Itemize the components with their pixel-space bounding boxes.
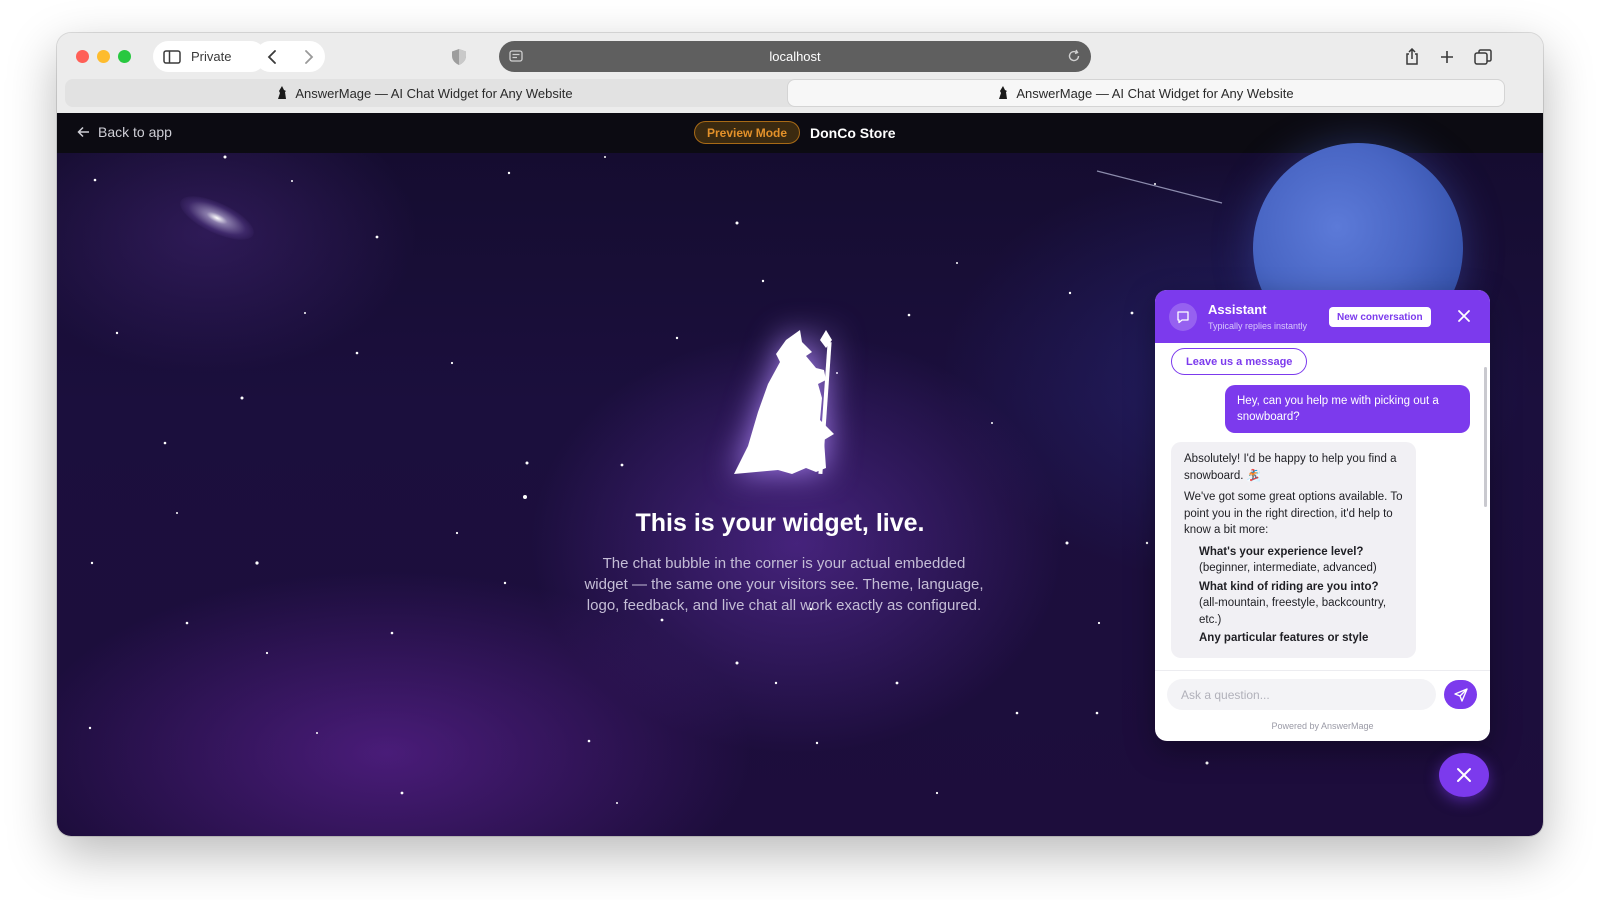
store-name: DonCo Store [810, 125, 896, 141]
preview-mode-badge: Preview Mode [694, 121, 801, 144]
tabs-icon [1474, 49, 1492, 65]
chat-bubble-icon [1177, 311, 1189, 324]
leave-message-button[interactable]: Leave us a message [1171, 348, 1308, 375]
address-bar[interactable]: localhost [499, 41, 1091, 72]
question-item: What's your experience level? (beginner,… [1199, 544, 1403, 577]
hero-description: The chat bubble in the corner is your ac… [584, 555, 984, 614]
chat-widget-panel: Assistant Typically replies instantly Ne… [1155, 290, 1490, 741]
chevron-right-icon[interactable] [302, 49, 314, 64]
assistant-message: Absolutely! I'd be happy to help you fin… [1171, 442, 1416, 658]
question-title: What's your experience level? [1199, 545, 1364, 558]
powered-by-footer: Powered by AnswerMage [1271, 721, 1374, 731]
question-item: Any particular features or style [1199, 630, 1403, 647]
question-item: What kind of riding are you into? (all-m… [1199, 579, 1403, 629]
send-icon [1453, 687, 1468, 702]
question-list: What's your experience level? (beginner,… [1184, 544, 1403, 647]
chat-input[interactable] [1167, 679, 1436, 710]
back-to-app-link[interactable]: Back to app [77, 124, 172, 140]
preview-top-nav: Back to app Preview Mode DonCo Store [57, 113, 1543, 153]
chat-avatar [1169, 303, 1197, 331]
chat-toggle-button[interactable] [1439, 753, 1489, 797]
reload-icon[interactable] [1067, 49, 1081, 63]
back-label: Back to app [98, 124, 172, 140]
input-divider [1155, 670, 1490, 671]
assistant-name: Assistant [1208, 302, 1267, 317]
plus-icon [1441, 51, 1453, 63]
chevron-left-icon[interactable] [267, 49, 279, 64]
question-detail: (beginner, intermediate, advanced) [1199, 562, 1377, 574]
private-label: Private [191, 49, 232, 64]
assistant-message-intro: Absolutely! I'd be happy to help you fin… [1184, 453, 1397, 482]
privacy-shield-icon[interactable] [447, 45, 471, 69]
message-list: Hey, can you help me with picking out a … [1155, 380, 1490, 670]
browser-toolbar: Private localhost [57, 33, 1543, 79]
preview-page: Back to app Preview Mode DonCo Store Thi… [57, 113, 1543, 836]
share-icon [1406, 48, 1418, 65]
wizard-mascot [722, 328, 862, 488]
wizard-favicon-icon [278, 86, 287, 99]
tab-bar: AnswerMage — AI Chat Widget for Any Webs… [65, 79, 1505, 107]
page-settings-icon[interactable] [509, 49, 523, 63]
tab-title: AnswerMage — AI Chat Widget for Any Webs… [1016, 85, 1294, 101]
tab-title: AnswerMage — AI Chat Widget for Any Webs… [295, 85, 573, 101]
history-nav [255, 41, 325, 72]
close-icon [1457, 768, 1471, 782]
browser-window: Private localhost AnswerMage — AI Chat W… [57, 33, 1543, 836]
close-window-button[interactable] [76, 50, 89, 63]
sidebar-icon [163, 49, 181, 64]
question-title: What kind of riding are you into? [1199, 580, 1379, 593]
user-message: Hey, can you help me with picking out a … [1225, 385, 1470, 433]
url-text: localhost [769, 49, 821, 64]
arrow-left-icon [77, 126, 89, 138]
question-detail: (all-mountain, freestyle, backcountry, e… [1199, 597, 1387, 626]
question-title: Any particular features or style [1199, 632, 1369, 644]
close-icon[interactable] [1455, 307, 1473, 325]
new-conversation-button[interactable]: New conversation [1329, 307, 1431, 327]
tab-answermage-1[interactable]: AnswerMage — AI Chat Widget for Any Webs… [65, 79, 785, 107]
wizard-favicon-icon [999, 86, 1008, 99]
send-button[interactable] [1444, 680, 1477, 709]
minimize-window-button[interactable] [97, 50, 110, 63]
assistant-message-body: We've got some great options available. … [1184, 491, 1403, 536]
zoom-window-button[interactable] [118, 50, 131, 63]
sidebar-toggle-button[interactable]: Private [153, 41, 266, 72]
message-scrollbar[interactable] [1484, 367, 1487, 507]
share-button[interactable] [1400, 45, 1424, 69]
tab-overview-button[interactable] [1471, 45, 1495, 69]
tab-answermage-2[interactable]: AnswerMage — AI Chat Widget for Any Webs… [787, 79, 1505, 107]
new-tab-button[interactable] [1435, 45, 1459, 69]
assistant-status: Typically replies instantly [1208, 321, 1308, 331]
chat-header: Assistant Typically replies instantly Ne… [1155, 290, 1490, 343]
